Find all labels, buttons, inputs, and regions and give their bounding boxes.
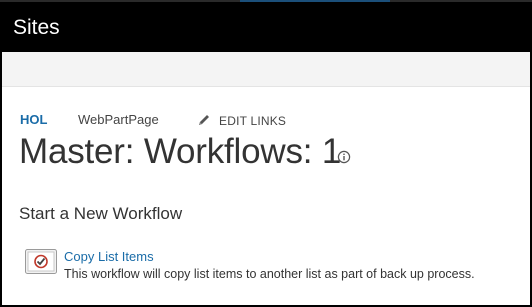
- section-title: Start a New Workflow: [19, 204, 183, 223]
- page-canvas: HOL WebPartPage EDIT LINKS Master: Workf…: [2, 52, 530, 305]
- suite-title[interactable]: Sites: [13, 16, 60, 40]
- workflow-description: This workflow will copy list items to an…: [64, 267, 475, 281]
- edit-links-label: EDIT LINKS: [219, 114, 287, 128]
- info-icon[interactable]: [337, 150, 351, 164]
- page-title: Master: Workflows: 1: [19, 132, 342, 171]
- suite-bar-top-line: [0, 0, 532, 2]
- workflow-link[interactable]: Copy List Items: [64, 249, 154, 265]
- ribbon-strip: [2, 52, 530, 87]
- suite-bar: Sites: [0, 0, 532, 52]
- suite-bar-accent: [240, 0, 390, 2]
- nav-item-hol[interactable]: HOL: [20, 111, 47, 129]
- nav-item-webpartpage[interactable]: WebPartPage: [78, 111, 159, 129]
- pencil-icon: [199, 115, 209, 125]
- workflow-icon[interactable]: [25, 249, 57, 274]
